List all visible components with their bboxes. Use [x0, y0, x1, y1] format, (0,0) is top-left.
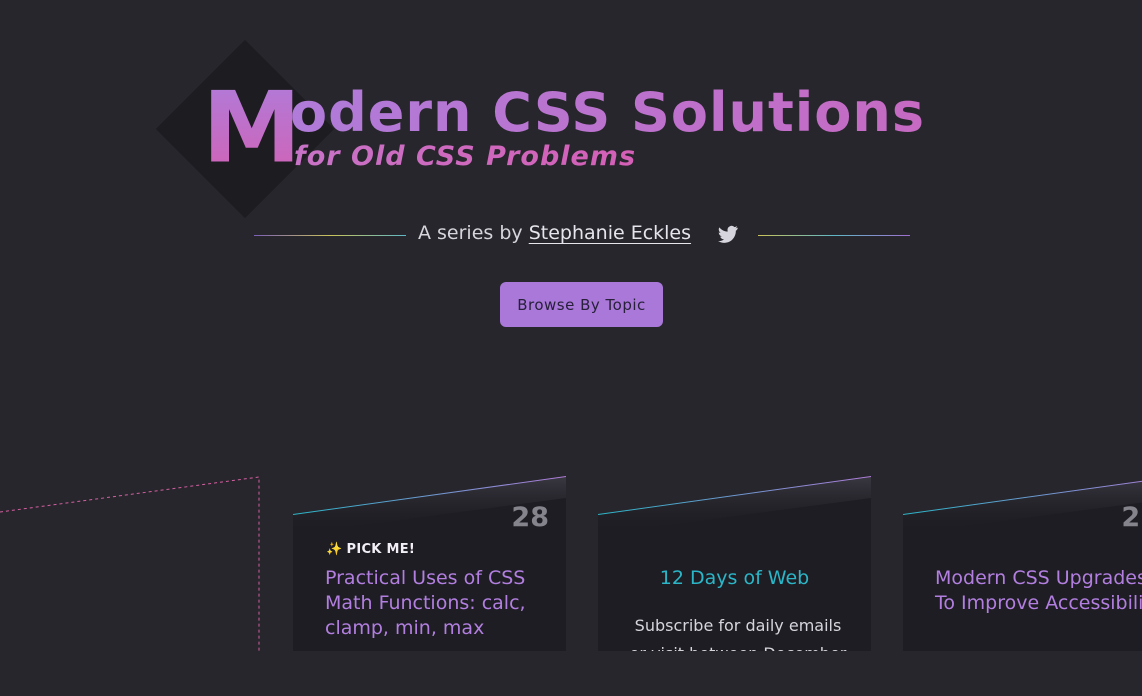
byline-text: A series by Stephanie Eckles — [418, 222, 691, 244]
card-number: 28 — [511, 502, 549, 533]
promo-card[interactable]: 12 Days of Web Subscribe for daily email… — [598, 476, 871, 651]
card-top-edge — [598, 476, 871, 534]
card-title-link[interactable]: Modern CSS Upgrades To Improve Accessibi… — [935, 566, 1142, 616]
card-badge-label: PICK ME! — [346, 542, 416, 557]
byline-rule-left — [254, 235, 406, 236]
decorative-dashed-frame — [0, 476, 260, 651]
byline-prefix: A series by — [418, 222, 529, 244]
card-top-edge — [903, 476, 1142, 534]
card-description: Subscribe for daily emails or visit betw… — [629, 616, 847, 691]
byline-rule-right — [758, 235, 910, 236]
card-title-link[interactable]: Practical Uses of CSS Math Functions: ca… — [325, 566, 555, 641]
card-number: 27 — [1121, 502, 1142, 533]
logo-letter: M — [202, 70, 302, 185]
page-title: odern CSS Solutions — [290, 81, 925, 144]
card-badge: ✨ PICK ME! — [326, 542, 415, 557]
article-card[interactable]: 27 Modern CSS Upgrades To Improve Access… — [903, 476, 1142, 651]
page-subtitle: for Old CSS Problems — [294, 141, 637, 172]
browse-by-topic-button[interactable]: Browse By Topic — [500, 282, 663, 327]
author-link[interactable]: Stephanie Eckles — [529, 222, 691, 244]
card-title-link[interactable]: 12 Days of Web — [598, 566, 871, 591]
sparkle-icon: ✨ — [326, 542, 343, 557]
article-card[interactable]: 28 ✨ PICK ME! Practical Uses of CSS Math … — [293, 476, 566, 651]
twitter-icon[interactable] — [718, 225, 738, 243]
byline: A series by Stephanie Eckles — [254, 220, 910, 250]
